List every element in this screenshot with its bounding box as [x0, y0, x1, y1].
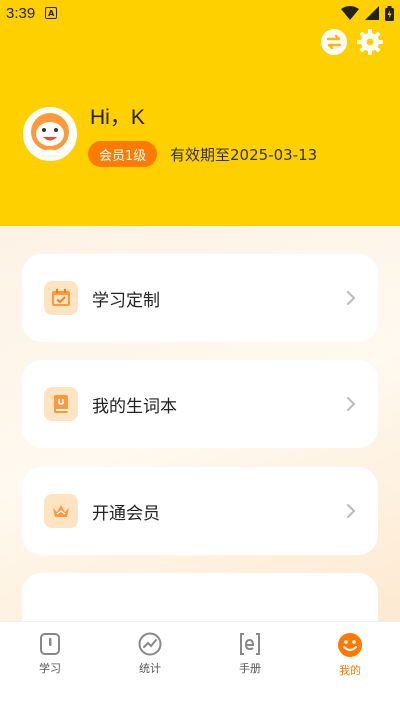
status-bar: 3:39 A — [0, 0, 400, 26]
study-icon — [40, 633, 60, 655]
gear-icon[interactable] — [356, 28, 384, 56]
tab-label: 手册 — [239, 662, 261, 675]
greeting: Hi，K — [90, 106, 145, 129]
menu-study-plan[interactable]: 学习定制 — [22, 254, 378, 342]
status-time: 3:39 — [6, 4, 36, 22]
book-icon — [44, 387, 78, 421]
stats-icon — [138, 632, 162, 656]
menu-label: 学习定制 — [92, 290, 160, 311]
tab-handbook[interactable]: 手册 — [200, 622, 300, 711]
bottom-tab-bar: 学习 统计 手册 我的 — [0, 621, 400, 711]
chevron-right-icon — [347, 291, 356, 305]
tab-stats[interactable]: 统计 — [100, 622, 200, 711]
status-icons — [341, 5, 394, 21]
swap-icon[interactable] — [320, 28, 348, 56]
tab-label: 学习 — [39, 662, 61, 675]
wifi-icon — [341, 6, 359, 20]
avatar-face-icon — [26, 110, 74, 158]
member-level-badge[interactable]: 会员1级 — [88, 141, 158, 167]
chevron-right-icon — [347, 397, 356, 411]
menu-vocabulary-book[interactable]: 我的生词本 — [22, 360, 378, 448]
menu-card-partial[interactable] — [22, 573, 378, 621]
profile-header: Hi，K 会员1级 有效期至2025-03-13 — [0, 26, 400, 226]
signal-icon — [365, 6, 379, 20]
menu-list: 学习定制 我的生词本 开通会员 — [0, 226, 400, 621]
tab-mine[interactable]: 我的 — [300, 622, 400, 711]
membership-validity: 有效期至2025-03-13 — [170, 146, 318, 164]
handbook-icon — [240, 633, 260, 655]
tab-study[interactable]: 学习 — [0, 622, 100, 711]
crown-icon — [44, 494, 78, 528]
menu-open-membership[interactable]: 开通会员 — [22, 467, 378, 555]
calendar-icon — [44, 281, 78, 315]
notification-a-icon: A — [45, 7, 58, 19]
chevron-right-icon — [347, 504, 356, 518]
tab-label: 我的 — [339, 664, 361, 677]
battery-icon — [385, 5, 394, 21]
smiley-icon — [338, 633, 362, 657]
menu-label: 我的生词本 — [92, 396, 177, 417]
menu-label: 开通会员 — [92, 503, 160, 524]
tab-label: 统计 — [139, 662, 161, 675]
avatar[interactable] — [23, 107, 77, 161]
